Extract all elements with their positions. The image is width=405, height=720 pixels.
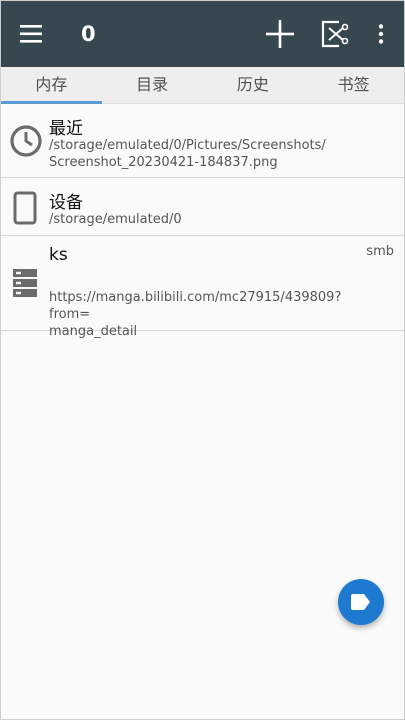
hamburger-menu-icon <box>20 25 42 43</box>
tab-history[interactable]: 历史 <box>203 67 304 103</box>
cut-button[interactable] <box>313 1 357 67</box>
top-toolbar: 0 <box>1 1 404 67</box>
cut-file-icon <box>321 20 349 48</box>
menu-button[interactable] <box>9 1 55 67</box>
item-path: /storage/emulated/0/Pictures/Screenshots… <box>49 138 326 170</box>
item-title: ks <box>49 245 68 265</box>
server-icon <box>13 269 37 301</box>
add-button[interactable] <box>259 1 301 67</box>
more-options-button[interactable] <box>365 1 397 67</box>
selection-count: 0 <box>81 22 96 46</box>
tab-bar: 内存 目录 历史 书签 <box>1 67 404 104</box>
list-item-device[interactable]: 设备 /storage/emulated/0 <box>1 178 404 236</box>
location-list: 最近 /storage/emulated/0/Pictures/Screensh… <box>1 105 404 339</box>
tab-bookmarks[interactable]: 书签 <box>303 67 404 103</box>
list-item-recent[interactable]: 最近 /storage/emulated/0/Pictures/Screensh… <box>1 105 404 178</box>
item-type-tag: smb <box>366 244 394 259</box>
item-title: 最近 <box>49 119 83 139</box>
item-path: /storage/emulated/0 <box>49 212 182 227</box>
plus-icon <box>266 20 294 48</box>
more-vert-icon <box>378 24 384 44</box>
tab-directory[interactable]: 目录 <box>102 67 203 103</box>
item-path: https://manga.bilibili.com/mc27915/43980… <box>49 290 342 339</box>
list-item-smb[interactable]: ks smb https://manga.bilibili.com/mc2791… <box>1 236 404 339</box>
tab-memory[interactable]: 内存 <box>1 67 102 104</box>
label-tag-icon <box>351 594 370 610</box>
phone-device-icon <box>13 191 37 229</box>
floating-action-button[interactable] <box>338 579 384 625</box>
clock-icon <box>9 124 43 162</box>
item-title: 设备 <box>49 193 83 213</box>
